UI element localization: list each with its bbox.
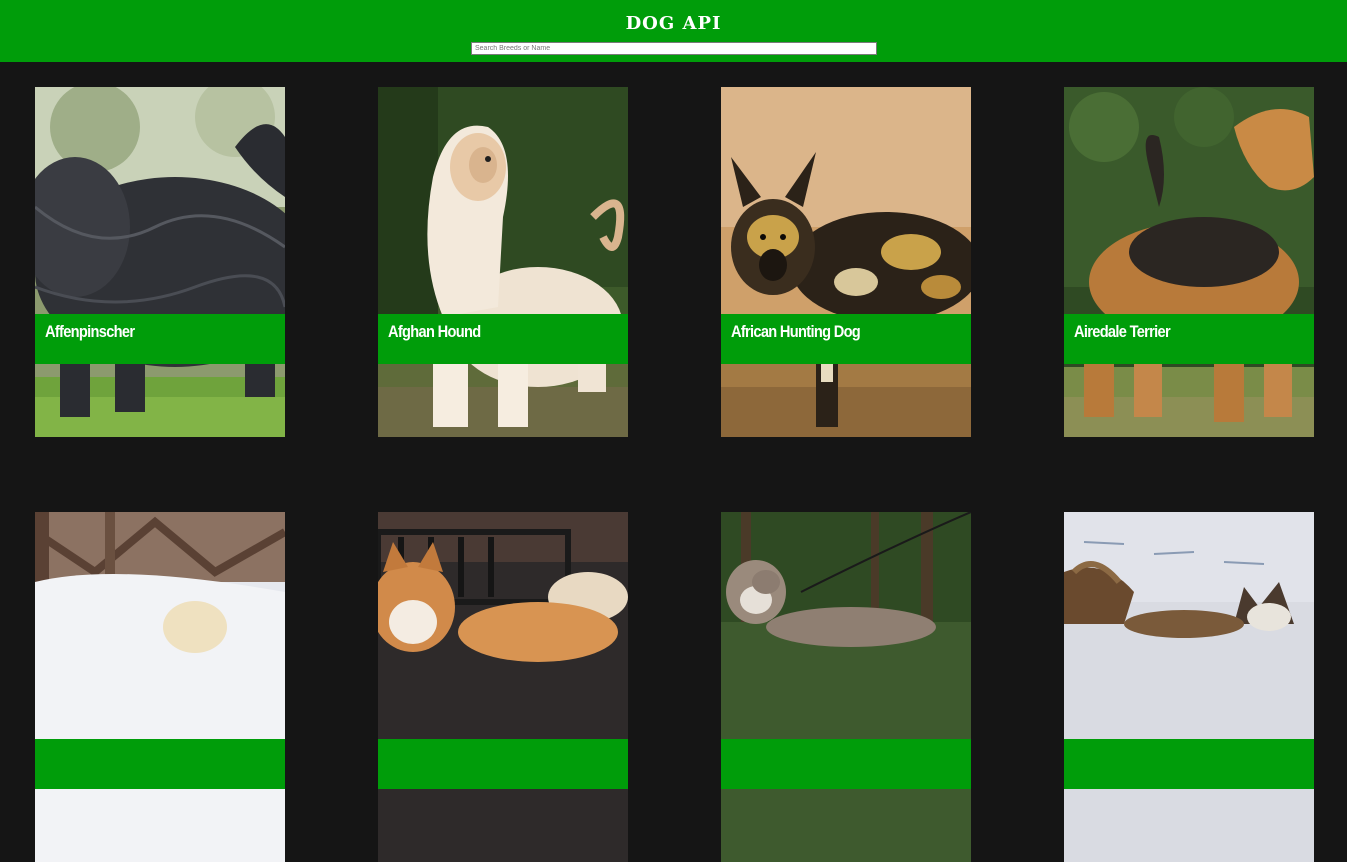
- breed-image-affenpinscher: [35, 87, 285, 437]
- breed-label: Afghan Hound: [378, 314, 628, 364]
- breed-image-african-hunting-dog: [721, 87, 971, 437]
- app-header: DOG API: [0, 0, 1347, 62]
- breed-name: Afghan Hound: [388, 322, 481, 341]
- breed-image-airedale-terrier: [1064, 87, 1314, 437]
- breed-image: [721, 512, 971, 862]
- breed-card[interactable]: [721, 512, 971, 862]
- app-title: DOG API: [625, 13, 722, 34]
- search-input[interactable]: [471, 42, 877, 55]
- breed-label: Affenpinscher: [35, 314, 285, 364]
- breed-name: Airedale Terrier: [1074, 322, 1171, 341]
- breed-image-afghan-hound: [378, 87, 628, 437]
- breed-image: [35, 512, 285, 862]
- breed-image: [378, 512, 628, 862]
- breed-card[interactable]: [378, 512, 628, 862]
- breed-label: [378, 739, 628, 789]
- breed-label: [1064, 739, 1314, 789]
- breed-label: African Hunting Dog: [721, 314, 971, 364]
- breed-card-affenpinscher[interactable]: Affenpinscher: [35, 87, 285, 437]
- breed-label: [721, 739, 971, 789]
- breed-card[interactable]: [1064, 512, 1314, 862]
- breed-name: Affenpinscher: [45, 322, 135, 341]
- breed-card-afghan-hound[interactable]: Afghan Hound: [378, 87, 628, 437]
- breed-label: Airedale Terrier: [1064, 314, 1314, 364]
- breed-image: [1064, 512, 1314, 862]
- breed-card-african-hunting-dog[interactable]: African Hunting Dog: [721, 87, 971, 437]
- breed-card-airedale-terrier[interactable]: Airedale Terrier: [1064, 87, 1314, 437]
- breed-card[interactable]: [35, 512, 285, 862]
- breed-label: [35, 739, 285, 789]
- breed-name: African Hunting Dog: [731, 322, 861, 341]
